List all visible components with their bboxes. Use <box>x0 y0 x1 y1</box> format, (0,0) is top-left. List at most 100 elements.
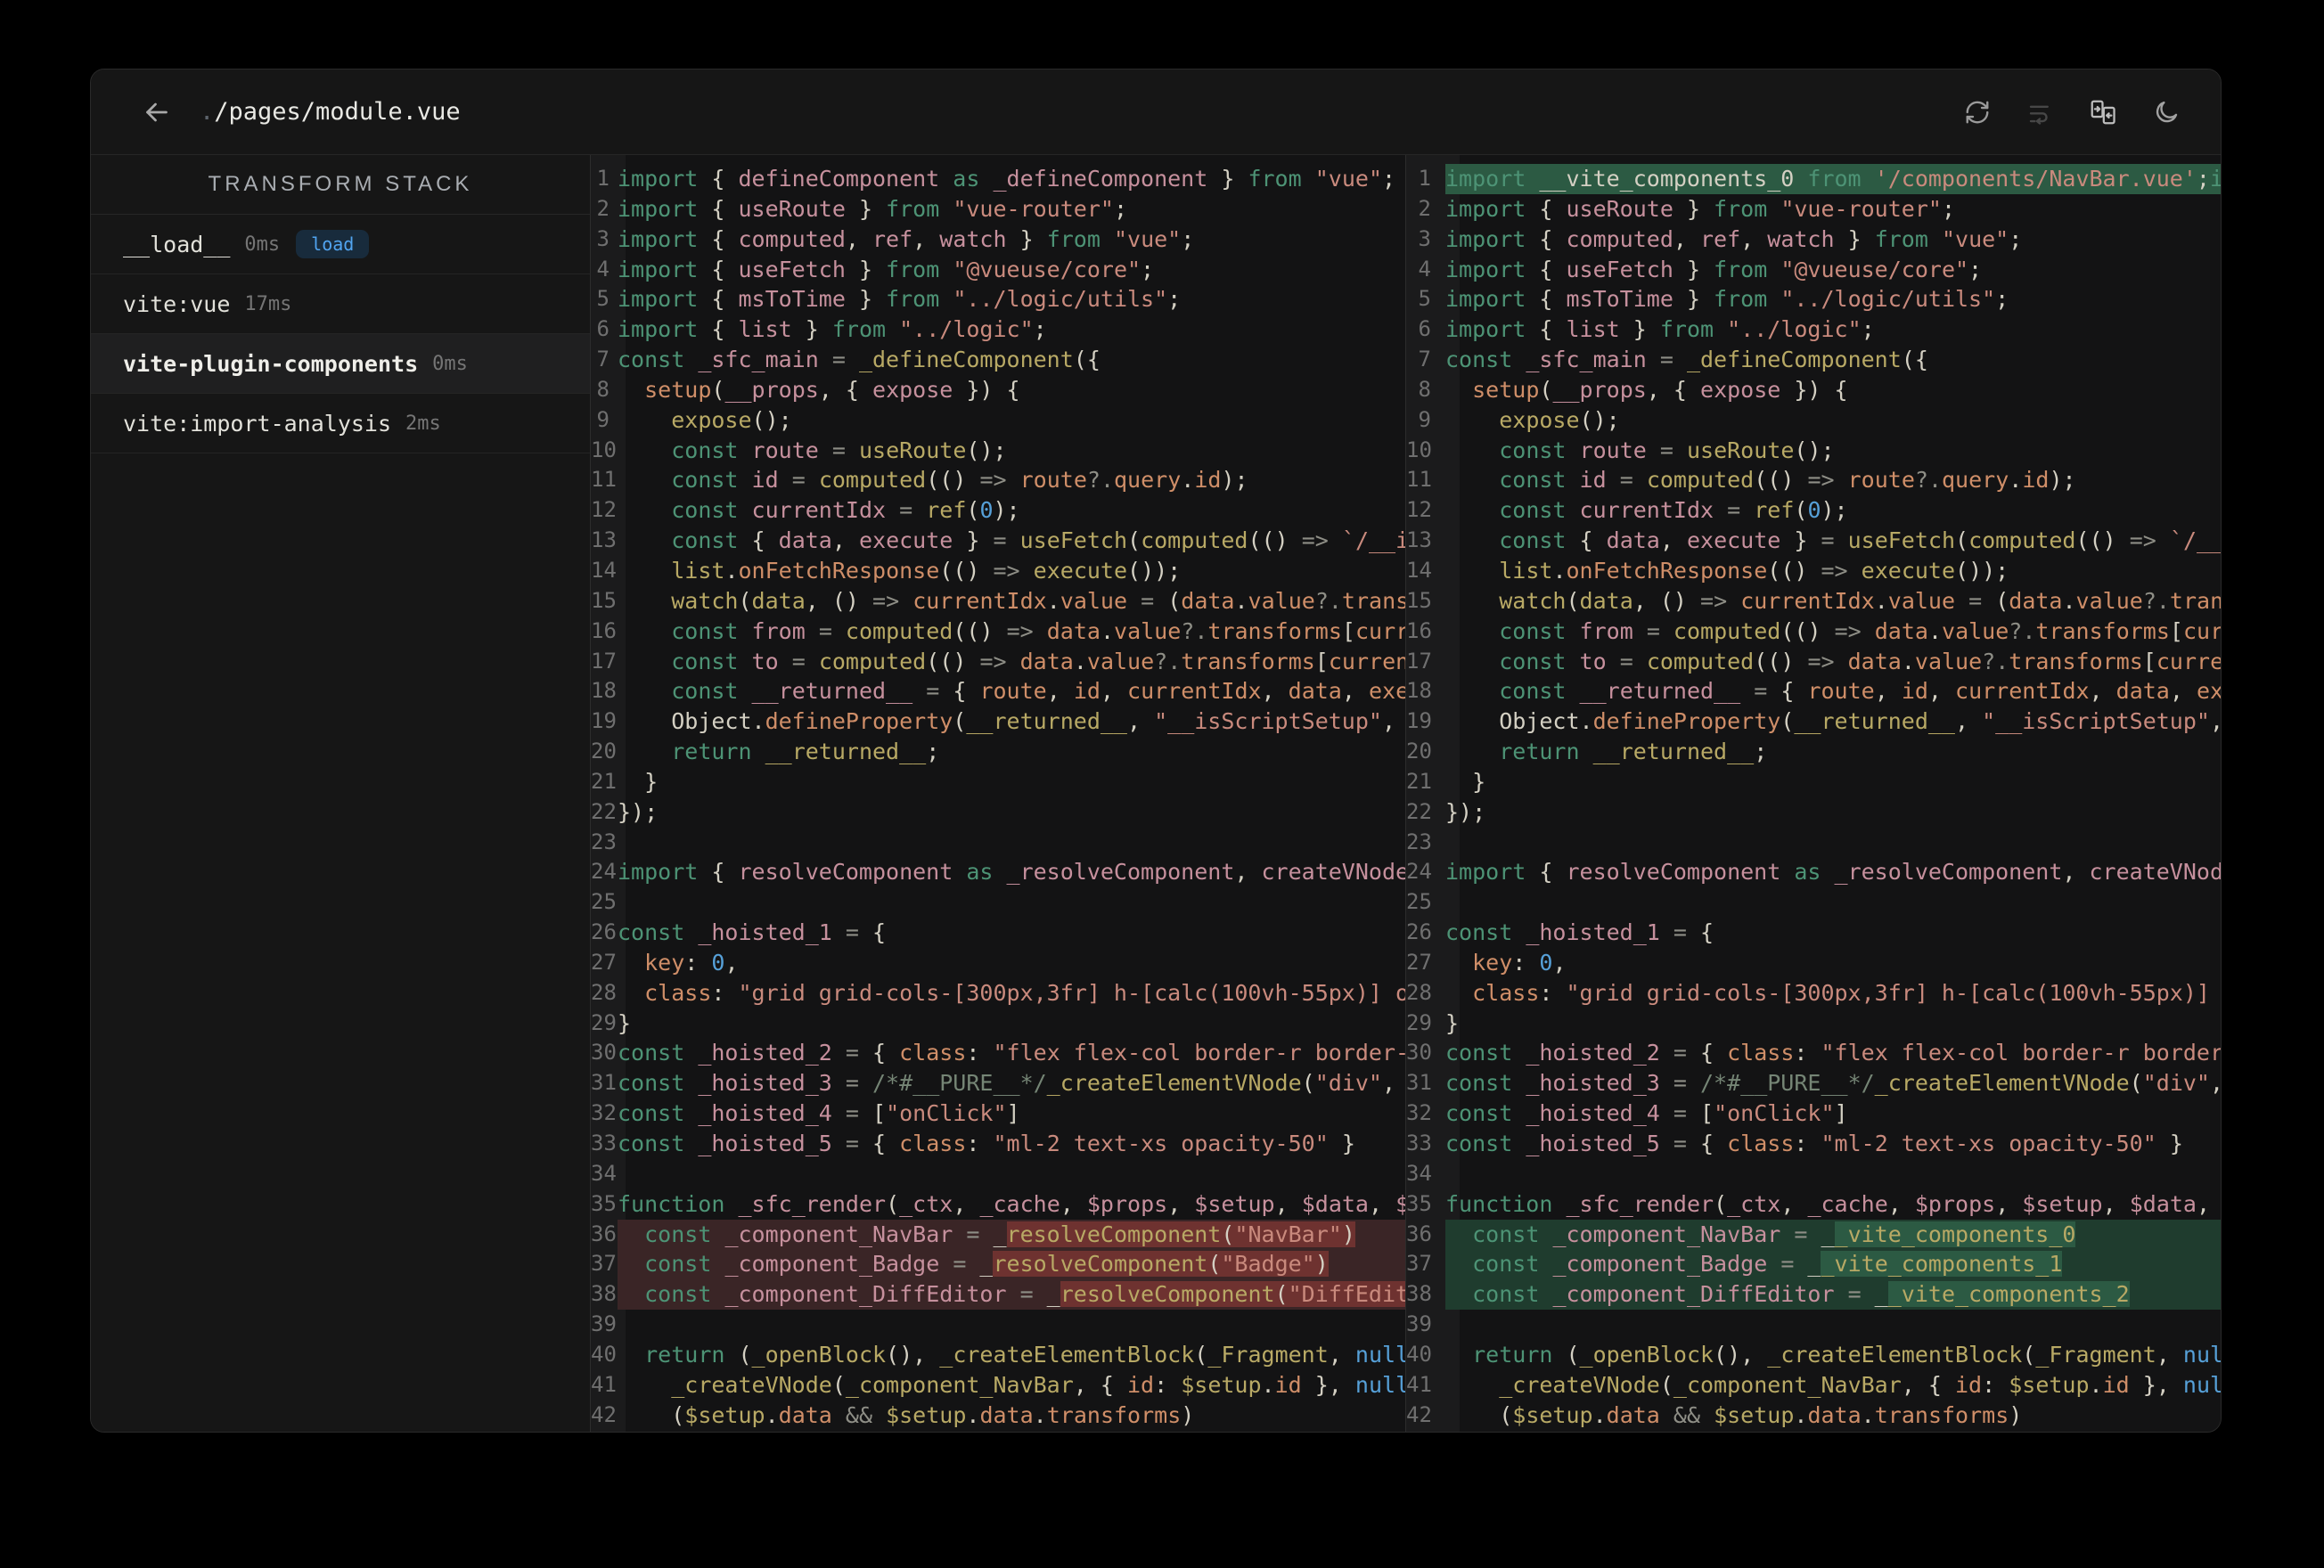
code-line: 36 const _component_NavBar = _resolveCom… <box>591 1219 1405 1250</box>
code-line: 30 const _hoisted_2 = { class: "flex flex… <box>591 1038 1405 1068</box>
code-text: import { resolveComponent as _resolveCom… <box>618 859 1405 886</box>
line-number: 41 <box>1406 1371 1432 1397</box>
code-line: 1 import __vite_components_0 from '/compo… <box>1406 164 2221 194</box>
code-text: const _hoisted_1 = { <box>1445 919 1714 946</box>
code-text: const route = useRoute(); <box>671 437 1007 463</box>
plugin-name: vite:vue <box>123 290 231 317</box>
line-number: 23 <box>1406 829 1432 854</box>
refresh-icon <box>1964 99 1991 126</box>
line-number: 3 <box>596 225 610 251</box>
code-line: 15 watch(data, () => currentIdx.value = … <box>591 586 1405 617</box>
code-line: 13 const { data, execute } = useFetch(co… <box>591 526 1405 556</box>
code-text: const _hoisted_4 = ["onClick"] <box>618 1100 1020 1127</box>
code-text: ($setup.data && $setup.data.transforms) <box>1445 1401 2023 1428</box>
code-panel-after[interactable]: 1 import __vite_components_0 from '/compo… <box>1405 155 2221 1432</box>
code-line: 20 return __returned__; <box>1406 737 2221 767</box>
code-text: import { useRoute } from "vue-router"; <box>1445 195 1956 222</box>
code-text: import { useRoute } from "vue-router"; <box>618 195 1128 222</box>
code-line: 23 <box>591 828 1405 858</box>
code-line: 40 return (_openBlock(), _createElementB… <box>1406 1340 2221 1370</box>
code-text: const id = computed(() => route?.query.i… <box>1499 467 2076 494</box>
code-line: 21 } <box>591 767 1405 797</box>
line-number: 37 <box>1406 1251 1432 1277</box>
line-number: 36 <box>591 1221 617 1246</box>
line-number: 19 <box>1406 708 1432 734</box>
code-text: const { data, execute } = useFetch(compu… <box>671 527 1405 554</box>
wrap-lines-icon <box>2026 99 2053 126</box>
transform-stack-item-load[interactable]: __load__ 0ms load <box>91 215 590 274</box>
code-text: const _component_Badge = __vite_componen… <box>1445 1249 2221 1280</box>
code-text: const _hoisted_3 = /*#__PURE__*/_createE… <box>1445 1070 2221 1097</box>
line-number: 13 <box>591 527 617 553</box>
code-text: const _hoisted_2 = { class: "flex flex-c… <box>1445 1040 2221 1066</box>
code-line: 10 const route = useRoute(); <box>1406 436 2221 466</box>
line-number: 27 <box>1406 949 1432 975</box>
line-number: 14 <box>1406 557 1432 583</box>
code-line: 42 ($setup.data && $setup.data.transform… <box>1406 1401 2221 1431</box>
code-text: const currentIdx = ref(0); <box>1499 497 1848 524</box>
code-text: const _component_Badge = _resolveCompone… <box>618 1249 1405 1280</box>
code-text: const route = useRoute(); <box>1499 437 1835 463</box>
code-text: import { msToTime } from "../logic/utils… <box>1445 286 2009 313</box>
code-line: 8 setup(__props, { expose }) { <box>591 375 1405 405</box>
arrow-left-icon <box>141 96 173 128</box>
code-line: 33 const _hoisted_5 = { class: "ml-2 text… <box>591 1129 1405 1159</box>
line-number: 8 <box>596 376 610 402</box>
code-line: 39 <box>1406 1310 2221 1340</box>
code-text: list.onFetchResponse(() => execute()); <box>1499 557 2009 584</box>
code-text: const _hoisted_5 = { class: "ml-2 text-x… <box>618 1131 1355 1156</box>
inspector-window: ./pages/module.vue TRANSFORM STACK __loa… <box>90 69 2222 1433</box>
code-panel-before[interactable]: 1 import { defineComponent as _defineComp… <box>590 155 1405 1432</box>
code-text: expose(); <box>1499 406 1620 433</box>
transform-stack-sidebar: TRANSFORM STACK __load__ 0ms load vite:vue 1… <box>91 155 590 1432</box>
code-text: import { useFetch } from "@vueuse/core"; <box>618 256 1155 282</box>
code-line: 26 const _hoisted_1 = { <box>591 918 1405 948</box>
code-line: 32 const _hoisted_4 = ["onClick"] <box>1406 1098 2221 1129</box>
code-line: 35 function _sfc_render(_ctx, _cache, $pr… <box>591 1189 1405 1220</box>
line-number: 29 <box>591 1009 617 1035</box>
code-line: 32 const _hoisted_4 = ["onClick"] <box>591 1098 1405 1129</box>
refresh-button[interactable] <box>1964 99 1991 126</box>
back-button[interactable] <box>141 96 173 128</box>
line-number: 31 <box>591 1070 617 1096</box>
code-text: watch(data, () => currentIdx.value = (da… <box>671 587 1405 614</box>
line-number: 42 <box>591 1401 617 1427</box>
code-line: 10 const route = useRoute(); <box>591 436 1405 466</box>
code-line: 4 import { useFetch } from "@vueuse/core"… <box>591 255 1405 285</box>
line-number: 35 <box>591 1190 617 1216</box>
load-badge: load <box>296 230 370 258</box>
dark-mode-toggle-button[interactable] <box>2153 99 2180 126</box>
header-actions <box>1964 98 2180 127</box>
code-line: 31 const _hoisted_3 = /*#__PURE__*/_creat… <box>591 1068 1405 1098</box>
line-number: 30 <box>591 1040 617 1066</box>
code-text: return __returned__; <box>671 739 940 765</box>
line-number: 23 <box>591 829 617 854</box>
code-text: const _hoisted_3 = /*#__PURE__*/_createE… <box>618 1070 1396 1097</box>
code-text: const _component_DiffEditor = _resolveCo… <box>618 1279 1405 1311</box>
code-line: 6 import { list } from "../logic"; <box>1406 314 2221 345</box>
code-text: const _component_NavBar = __vite_compone… <box>1445 1219 2221 1250</box>
transform-stack-item-vite-import-analysis[interactable]: vite:import-analysis 2ms <box>91 394 590 453</box>
code-line: 11 const id = computed(() => route?.quer… <box>1406 465 2221 495</box>
transform-stack-item-vite-vue[interactable]: vite:vue 17ms <box>91 274 590 334</box>
line-number: 17 <box>1406 648 1432 674</box>
line-number: 10 <box>1406 437 1432 462</box>
line-number: 10 <box>591 437 617 462</box>
line-number: 26 <box>1406 919 1432 945</box>
line-number: 28 <box>1406 979 1432 1005</box>
line-number: 32 <box>591 1100 617 1126</box>
line-number: 7 <box>596 347 610 372</box>
diff-view-toggle-button[interactable] <box>2089 98 2117 127</box>
code-text: const _hoisted_1 = { <box>618 919 887 946</box>
code-text: } <box>618 768 659 795</box>
line-number: 18 <box>1406 678 1432 704</box>
line-wrap-toggle-button[interactable] <box>2026 99 2053 126</box>
line-number: 31 <box>1406 1070 1432 1096</box>
line-number: 21 <box>1406 768 1432 794</box>
transform-stack-item-vite-plugin-components[interactable]: vite-plugin-components 0ms <box>91 334 590 394</box>
code-text: const from = computed(() => data.value?.… <box>671 617 1405 644</box>
plugin-time: 17ms <box>244 292 292 315</box>
plugin-time: 0ms <box>432 352 468 375</box>
